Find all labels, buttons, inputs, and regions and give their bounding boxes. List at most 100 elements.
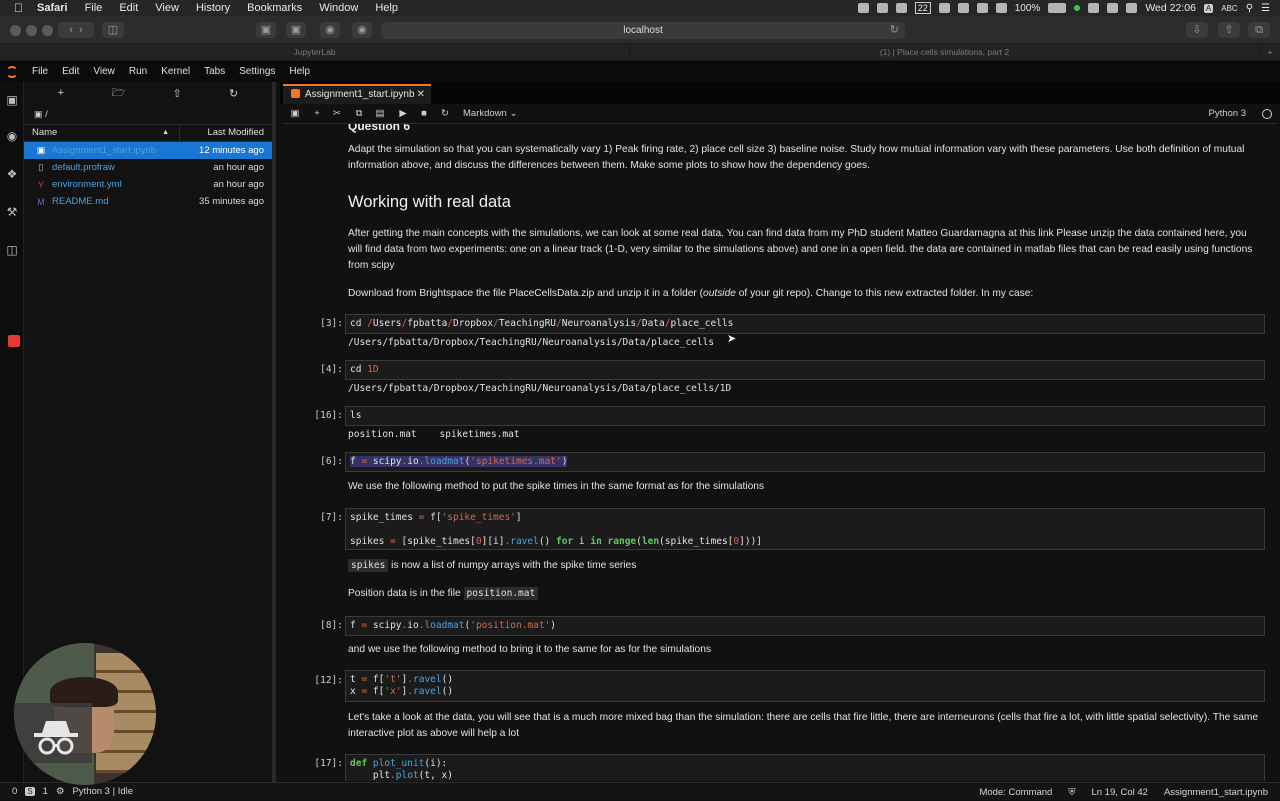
- refresh-icon[interactable]: ↻: [229, 87, 238, 100]
- wifi-icon[interactable]: [1107, 3, 1119, 13]
- restart-icon[interactable]: ↻: [439, 107, 451, 121]
- safari-tab-jupyterlab[interactable]: JupyterLab: [0, 44, 630, 60]
- control-center-icon[interactable]: ☰: [1261, 3, 1270, 14]
- address-bar[interactable]: localhost ↻: [381, 22, 905, 39]
- file-row[interactable]: ▯ default.profraw an hour ago: [24, 159, 272, 176]
- code-cell[interactable]: cd /Users/fpbatta/Dropbox/TeachingRU/Neu…: [345, 314, 1265, 334]
- status-icon-3[interactable]: [938, 3, 950, 13]
- status-icon-6[interactable]: [995, 3, 1007, 13]
- paste-icon[interactable]: ▤: [374, 107, 386, 121]
- breadcrumb-root[interactable]: /: [45, 109, 48, 120]
- menu-bookmarks[interactable]: Bookmarks: [247, 2, 302, 14]
- code-cell[interactable]: ls: [345, 406, 1265, 426]
- safari-tab-place-cells[interactable]: (1) | Place cells simulations, part 2: [630, 44, 1260, 60]
- dropbox-icon[interactable]: [895, 3, 907, 13]
- bluetooth-icon[interactable]: [1088, 3, 1100, 13]
- markdown-cell-real-text[interactable]: After getting the main concepts with the…: [348, 226, 1258, 274]
- kernel-state[interactable]: Python 3 | Idle: [72, 786, 133, 797]
- upload-icon[interactable]: ⇧: [172, 87, 181, 100]
- spotlight-icon[interactable]: ⚲: [1246, 3, 1253, 14]
- menu-edit[interactable]: Edit: [119, 2, 138, 14]
- palette-icon[interactable]: ❖: [5, 168, 19, 180]
- toolbar-icon-4[interactable]: ◉: [352, 22, 372, 38]
- toolbar-icon-3[interactable]: ◉: [320, 22, 340, 38]
- markdown-cell-real-heading[interactable]: Working with real data: [348, 194, 1258, 211]
- apple-menu-icon[interactable]: : [14, 1, 23, 15]
- app-menu[interactable]: Safari: [37, 2, 68, 14]
- copy-icon[interactable]: ⧉: [353, 107, 365, 121]
- code-cell[interactable]: t = f['t'].ravel() x = f['x'].ravel(): [345, 670, 1265, 702]
- back-forward-buttons[interactable]: ‹ ›: [58, 22, 94, 38]
- save-icon[interactable]: ▣: [289, 107, 301, 121]
- code-cell[interactable]: def plot_unit(i): plt.plot(t, x): [345, 754, 1265, 781]
- markdown-cell-download[interactable]: Download from Brightspace the file Place…: [348, 286, 1258, 302]
- menu-file[interactable]: File: [85, 2, 103, 14]
- insert-cell-icon[interactable]: +: [311, 107, 323, 121]
- modified-column-header[interactable]: Last Modified: [180, 125, 272, 141]
- file-row[interactable]: M README.md 35 minutes ago: [24, 193, 272, 210]
- notebook-tab[interactable]: Assignment1_start.ipynb ✕: [283, 84, 431, 104]
- markdown-cell-q6-heading[interactable]: Question 6: [348, 124, 1258, 134]
- markdown-cell-spikes[interactable]: spikes is now a list of numpy arrays wit…: [348, 558, 1258, 574]
- battery-percent[interactable]: 100%: [1015, 3, 1041, 14]
- new-launcher-icon[interactable]: +: [58, 87, 64, 99]
- running-icon[interactable]: ◉: [5, 130, 19, 142]
- jmenu-view[interactable]: View: [93, 66, 115, 77]
- zoom-window-button[interactable]: [42, 25, 53, 36]
- cell-type-select[interactable]: Markdown ⌄: [463, 107, 517, 121]
- input-source-icon[interactable]: A: [1203, 3, 1214, 13]
- menu-view[interactable]: View: [155, 2, 179, 14]
- jmenu-settings[interactable]: Settings: [239, 66, 275, 77]
- reload-icon[interactable]: ↻: [890, 22, 899, 39]
- stop-icon[interactable]: ■: [418, 107, 430, 121]
- menu-window[interactable]: Window: [319, 2, 358, 14]
- jmenu-file[interactable]: File: [32, 66, 48, 77]
- cut-icon[interactable]: ✂: [331, 107, 343, 121]
- clock[interactable]: Wed 22:06: [1145, 2, 1196, 14]
- file-row[interactable]: Yenvironment.yml an hour ago: [24, 176, 272, 193]
- tabs-overview-icon[interactable]: ⧉: [1248, 22, 1270, 38]
- jmenu-help[interactable]: Help: [289, 66, 310, 77]
- code-cell[interactable]: f = scipy.io.loadmat('spiketimes.mat'): [345, 452, 1265, 472]
- tabs-icon[interactable]: ◫: [5, 244, 19, 256]
- kernel-name[interactable]: Python 3: [1209, 107, 1247, 121]
- new-tab-icon[interactable]: +: [1260, 44, 1280, 60]
- jmenu-run[interactable]: Run: [129, 66, 147, 77]
- code-cell[interactable]: spike_times = f['spike_times'] spikes = …: [345, 508, 1265, 550]
- code-cell[interactable]: cd 1D: [345, 360, 1265, 380]
- battery-icon[interactable]: [1048, 3, 1067, 13]
- downloads-icon[interactable]: ⇩: [1186, 22, 1208, 38]
- status-icon-2[interactable]: [876, 3, 888, 13]
- markdown-cell-bring[interactable]: and we use the following method to bring…: [348, 642, 1258, 658]
- calendar-icon[interactable]: 22: [914, 2, 931, 14]
- markdown-cell-method[interactable]: We use the following method to put the s…: [348, 479, 1258, 495]
- new-folder-icon[interactable]: 🗁: [111, 84, 125, 103]
- name-column-header[interactable]: Name ▲: [24, 125, 180, 141]
- jmenu-kernel[interactable]: Kernel: [161, 66, 190, 77]
- markdown-cell-q6-text[interactable]: Adapt the simulation so that you can sys…: [348, 142, 1258, 174]
- close-window-button[interactable]: [10, 25, 21, 36]
- close-tab-icon[interactable]: ✕: [417, 86, 425, 104]
- menu-history[interactable]: History: [196, 2, 230, 14]
- cursor-position[interactable]: Ln 19, Col 42: [1091, 787, 1148, 798]
- status-icon-4[interactable]: [957, 3, 969, 13]
- menu-help[interactable]: Help: [375, 2, 398, 14]
- code-cell[interactable]: f = scipy.io.loadmat('position.mat'): [345, 616, 1265, 636]
- toolbar-icon-1[interactable]: ▣: [256, 22, 276, 38]
- sidebar-toggle-icon[interactable]: ◫: [102, 22, 124, 38]
- share-icon[interactable]: ⇧: [1218, 22, 1240, 38]
- status-icon-5[interactable]: [976, 3, 988, 13]
- input-source-label[interactable]: ABC: [1221, 4, 1237, 13]
- run-icon[interactable]: ▶: [397, 107, 409, 121]
- breadcrumb[interactable]: ▣ /: [24, 104, 272, 124]
- file-row[interactable]: ▣ Assignment1_start.ipynb 12 minutes ago: [24, 142, 272, 159]
- markdown-cell-position[interactable]: Position data is in the file position.ma…: [348, 586, 1258, 602]
- wrench-icon[interactable]: ⚒: [5, 206, 19, 218]
- markdown-cell-mixed[interactable]: Let's take a look at the data, you will …: [348, 710, 1258, 742]
- volume-icon[interactable]: [1126, 3, 1138, 13]
- status-count-1[interactable]: 0: [12, 786, 17, 797]
- status-icon-1[interactable]: [857, 3, 869, 13]
- jmenu-edit[interactable]: Edit: [62, 66, 79, 77]
- folder-icon[interactable]: ▣: [5, 94, 19, 106]
- status-count-2[interactable]: 1: [43, 786, 48, 797]
